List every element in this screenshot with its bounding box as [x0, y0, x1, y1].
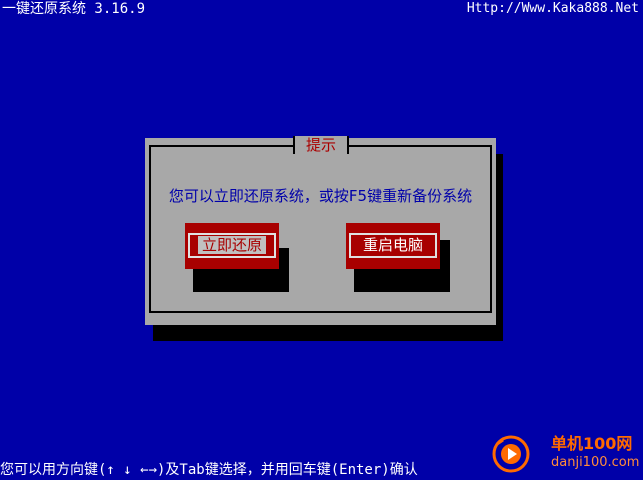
dialog-title: 提示: [293, 136, 349, 154]
watermark-domain: danji100.com: [551, 455, 640, 470]
restore-now-label: 立即还原: [197, 236, 266, 254]
play-circle-icon: [492, 435, 530, 473]
app-title: 一键还原系统 3.16.9: [2, 1, 146, 17]
dialog-message: 您可以立即还原系统，或按F5键重新备份系统: [168, 187, 473, 205]
site-url: Http://Www.Kaka888.Net: [466, 1, 639, 16]
watermark: 单机100网 danji100.com: [491, 434, 641, 478]
watermark-name: 单机100网: [551, 434, 633, 453]
reboot-label: 重启电脑: [362, 236, 423, 254]
top-bar: 一键还原系统 3.16.9 Http://Www.Kaka888.Net: [0, 0, 643, 20]
reboot-button[interactable]: 重启电脑: [346, 223, 440, 269]
restore-now-button[interactable]: 立即还原: [185, 223, 279, 269]
prompt-dialog: 提示 您可以立即还原系统，或按F5键重新备份系统 立即还原 重启电脑: [145, 136, 496, 325]
